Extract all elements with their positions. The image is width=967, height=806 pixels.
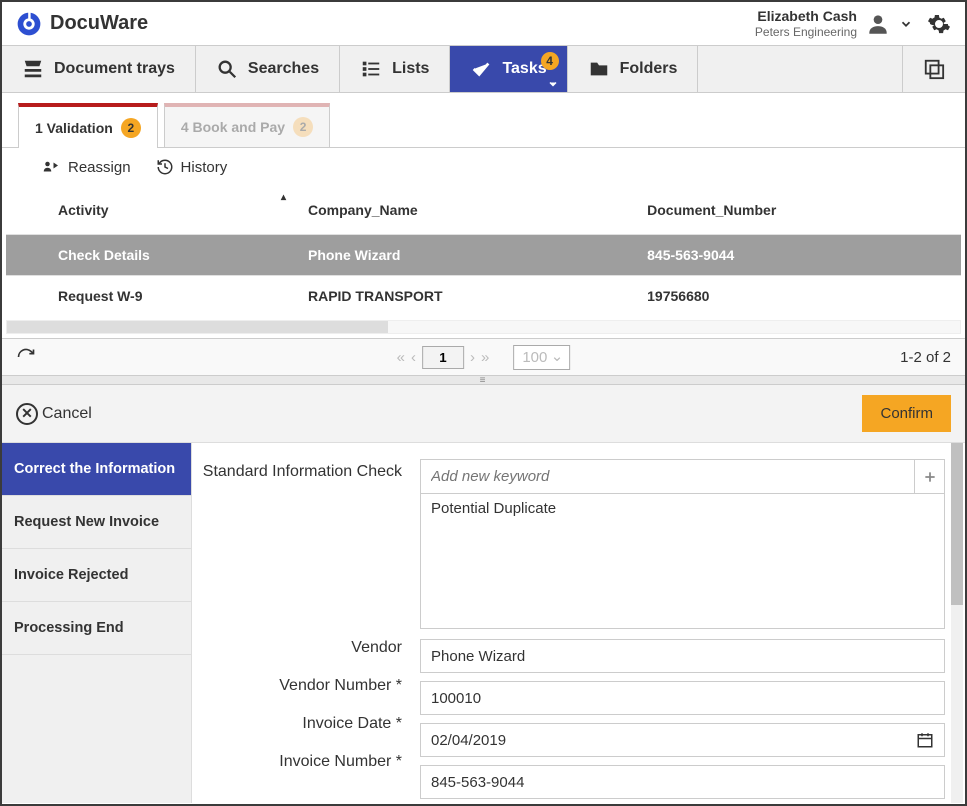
col-docnum[interactable]: Document_Number — [633, 186, 961, 235]
plus-icon — [923, 470, 937, 484]
header-right: Elizabeth Cash Peters Engineering — [755, 8, 951, 39]
pager: « ‹ › » 100 1-2 of 2 — [2, 338, 965, 375]
workspace-icon — [923, 58, 945, 80]
refresh-button[interactable] — [16, 347, 36, 367]
form-body: Correct the Information Request New Invo… — [2, 443, 965, 803]
sidebar-item-request-new[interactable]: Request New Invoice — [2, 496, 191, 549]
tasks-badge: 4 — [541, 52, 559, 70]
decision-sidebar: Correct the Information Request New Invo… — [2, 443, 192, 803]
user-menu[interactable]: Elizabeth Cash Peters Engineering — [755, 8, 913, 39]
chevron-down-icon — [899, 17, 913, 31]
nav-folders[interactable]: Folders — [568, 46, 699, 92]
sort-asc-icon: ▴ — [281, 192, 286, 203]
subtab-validation[interactable]: 1 Validation 2 — [18, 103, 158, 148]
brand-logo-icon — [16, 11, 42, 37]
page-input[interactable] — [422, 346, 464, 369]
sidebar-item-processing-end[interactable]: Processing End — [2, 602, 191, 655]
nav-document-trays[interactable]: Document trays — [2, 46, 196, 92]
user-org: Peters Engineering — [755, 25, 857, 39]
sidebar-item-correct[interactable]: Correct the Information — [2, 443, 191, 496]
label-invoice-number: Invoice Number * — [198, 743, 408, 781]
form-main: Standard Information Check Vendor Vendor… — [192, 443, 965, 803]
col-company[interactable]: Company_Name — [294, 186, 633, 235]
confirm-button[interactable]: Confirm — [862, 395, 951, 432]
subtab-book-and-pay[interactable]: 4 Book and Pay 2 — [164, 103, 330, 147]
invoice-date-field[interactable]: 02/04/2019 — [420, 723, 945, 757]
sidebar-item-rejected[interactable]: Invoice Rejected — [2, 549, 191, 602]
horizontal-scrollbar[interactable] — [6, 320, 961, 334]
label-invoice-date: Invoice Date * — [198, 705, 408, 743]
pager-prev[interactable]: ‹ — [411, 349, 416, 366]
app-header: DocuWare Elizabeth Cash Peters Engineeri… — [2, 2, 965, 46]
invoice-number-field[interactable]: 845-563-9044 — [420, 765, 945, 799]
cancel-button[interactable]: ✕ Cancel — [16, 403, 92, 425]
calendar-icon[interactable] — [916, 731, 934, 749]
vendor-number-field[interactable]: 100010 — [420, 681, 945, 715]
keyword-tag[interactable]: Potential Duplicate — [421, 494, 944, 523]
pager-last[interactable]: » — [481, 349, 489, 366]
brand-text: DocuWare — [50, 12, 148, 35]
main-nav: Document trays Searches Lists Tasks 4 Fo… — [2, 46, 965, 93]
reassign-action[interactable]: Reassign — [42, 158, 131, 176]
user-name: Elizabeth Cash — [755, 8, 857, 25]
table-row[interactable]: Check Details Phone Wizard 845-563-9044 — [6, 235, 961, 276]
row-actions: Reassign History — [2, 148, 965, 186]
refresh-icon — [16, 347, 36, 367]
search-icon — [216, 58, 238, 80]
validation-badge: 2 — [121, 118, 141, 138]
reassign-icon — [42, 158, 62, 176]
close-icon: ✕ — [16, 403, 38, 425]
folder-icon — [588, 58, 610, 80]
task-subtabs: 1 Validation 2 4 Book and Pay 2 — [2, 103, 965, 148]
check-icon — [470, 58, 492, 80]
task-table: Activity▴ Company_Name Document_Number C… — [2, 186, 965, 316]
tray-icon — [22, 58, 44, 80]
list-icon — [360, 58, 382, 80]
bookpay-badge: 2 — [293, 117, 313, 137]
table-row[interactable]: Request W-9 RAPID TRANSPORT 19756680 — [6, 276, 961, 317]
nav-tasks[interactable]: Tasks 4 — [450, 46, 567, 92]
pager-info: 1-2 of 2 — [900, 349, 951, 366]
history-icon — [155, 158, 175, 176]
nav-workspace[interactable] — [902, 46, 965, 92]
vendor-field[interactable]: Phone Wizard — [420, 639, 945, 673]
keyword-input[interactable] — [421, 460, 914, 493]
label-sic: Standard Information Check — [198, 459, 408, 629]
chevron-down-icon — [547, 78, 559, 90]
add-keyword-button[interactable] — [914, 460, 944, 493]
splitter[interactable]: ≡ — [2, 375, 965, 385]
label-vendor-number: Vendor Number * — [198, 667, 408, 705]
nav-lists[interactable]: Lists — [340, 46, 450, 92]
pager-first[interactable]: « — [397, 349, 405, 366]
label-vendor: Vendor — [198, 629, 408, 667]
user-icon — [865, 11, 891, 37]
history-action[interactable]: History — [155, 158, 228, 176]
drag-handle-icon: ≡ — [480, 375, 488, 386]
nav-searches[interactable]: Searches — [196, 46, 340, 92]
form-header: ✕ Cancel Confirm — [2, 385, 965, 443]
col-activity[interactable]: Activity▴ — [44, 186, 294, 235]
keyword-list: Potential Duplicate — [420, 459, 945, 629]
vertical-scrollbar[interactable] — [951, 443, 963, 803]
gear-icon[interactable] — [927, 12, 951, 36]
page-size-select[interactable]: 100 — [513, 345, 570, 370]
pager-next[interactable]: › — [470, 349, 475, 366]
brand: DocuWare — [16, 11, 148, 37]
